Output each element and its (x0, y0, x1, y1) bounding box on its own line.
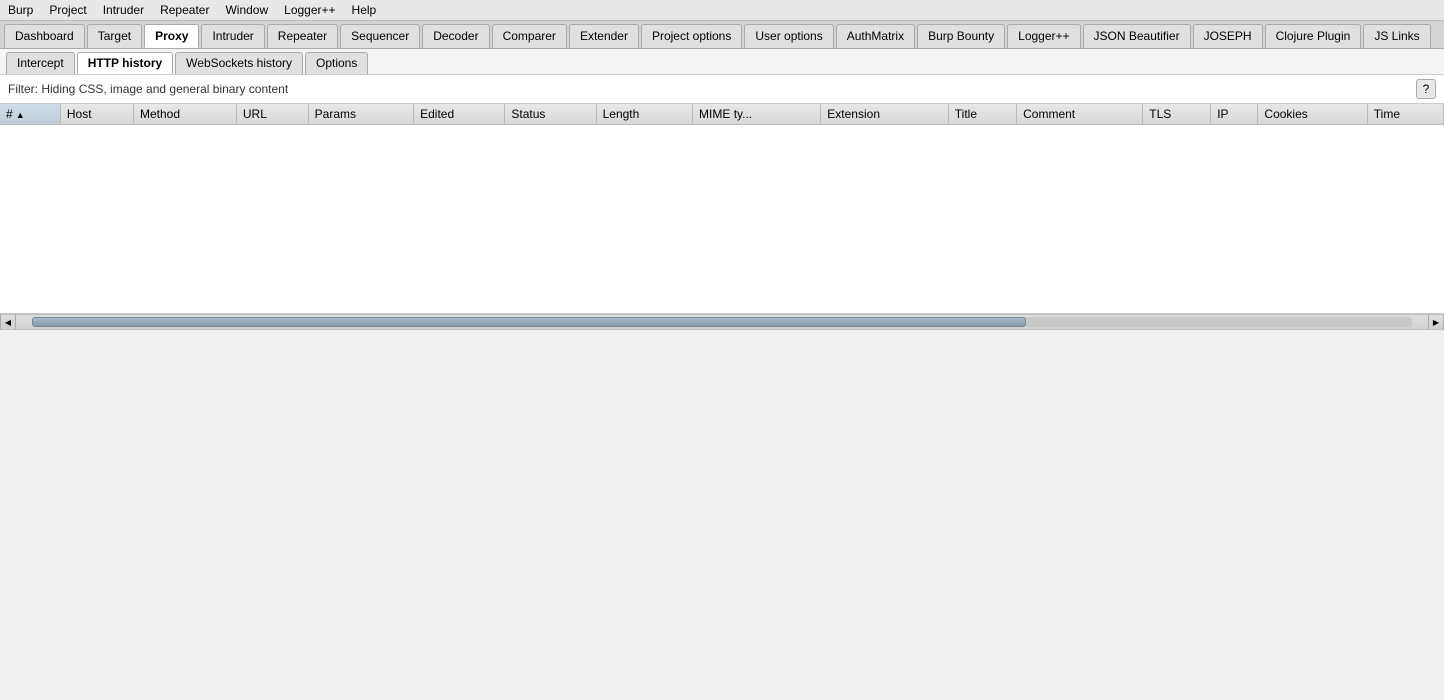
main-tab-user-options[interactable]: User options (744, 24, 833, 48)
horizontal-scrollbar[interactable]: ◀ ▶ (0, 314, 1444, 330)
main-tab-burp-bounty[interactable]: Burp Bounty (917, 24, 1005, 48)
main-tab-comparer[interactable]: Comparer (492, 24, 567, 48)
menu-repeater[interactable]: Repeater (158, 2, 211, 18)
main-tab-proxy[interactable]: Proxy (144, 24, 199, 48)
main-tab-project-options[interactable]: Project options (641, 24, 742, 48)
menu-window[interactable]: Window (223, 2, 270, 18)
main-tab-dashboard[interactable]: Dashboard (4, 24, 85, 48)
col-header-time[interactable]: Time (1367, 104, 1443, 125)
col-header-url[interactable]: URL (236, 104, 308, 125)
col-header-title[interactable]: Title (948, 104, 1016, 125)
menu-project[interactable]: Project (47, 2, 88, 18)
main-tab-json-beautifier[interactable]: JSON Beautifier (1083, 24, 1191, 48)
col-header-cookies[interactable]: Cookies (1258, 104, 1367, 125)
menu-burp[interactable]: Burp (6, 2, 35, 18)
main-tab-joseph[interactable]: JOSEPH (1193, 24, 1263, 48)
filter-text[interactable]: Filter: Hiding CSS, image and general bi… (8, 82, 288, 96)
col-header-mime-ty-[interactable]: MIME ty... (693, 104, 821, 125)
sub-tab-websockets-history[interactable]: WebSockets history (175, 52, 303, 74)
col-header--[interactable]: #▲ (0, 104, 60, 125)
http-history-table-container: #▲HostMethodURLParamsEditedStatusLengthM… (0, 104, 1444, 314)
menu-intruder[interactable]: Intruder (101, 2, 146, 18)
menu-bar: Burp Project Intruder Repeater Window Lo… (0, 0, 1444, 21)
bottom-area (0, 330, 1444, 660)
sub-tab-bar: InterceptHTTP historyWebSockets historyO… (0, 49, 1444, 75)
scroll-track[interactable] (32, 317, 1412, 327)
sub-tab-options[interactable]: Options (305, 52, 368, 74)
col-header-extension[interactable]: Extension (821, 104, 948, 125)
col-header-edited[interactable]: Edited (414, 104, 505, 125)
main-tab-target[interactable]: Target (87, 24, 142, 48)
col-header-ip[interactable]: IP (1211, 104, 1258, 125)
col-header-host[interactable]: Host (60, 104, 133, 125)
menu-help[interactable]: Help (350, 2, 379, 18)
sort-indicator: ▲ (16, 110, 25, 120)
scroll-right-arrow[interactable]: ▶ (1428, 314, 1444, 330)
main-tab-authmatrix[interactable]: AuthMatrix (836, 24, 915, 48)
main-tab-bar: DashboardTargetProxyIntruderRepeaterSequ… (0, 21, 1444, 49)
scroll-thumb[interactable] (32, 317, 1026, 327)
col-header-comment[interactable]: Comment (1017, 104, 1143, 125)
col-header-status[interactable]: Status (505, 104, 596, 125)
main-tab-clojure-plugin[interactable]: Clojure Plugin (1265, 24, 1362, 48)
main-tab-js-links[interactable]: JS Links (1363, 24, 1430, 48)
scroll-left-arrow[interactable]: ◀ (0, 314, 16, 330)
main-tab-extender[interactable]: Extender (569, 24, 639, 48)
table-header: #▲HostMethodURLParamsEditedStatusLengthM… (0, 104, 1444, 125)
menu-logger[interactable]: Logger++ (282, 2, 337, 18)
filter-bar: Filter: Hiding CSS, image and general bi… (0, 75, 1444, 104)
main-tab-sequencer[interactable]: Sequencer (340, 24, 420, 48)
main-tab-intruder[interactable]: Intruder (201, 24, 264, 48)
main-tab-repeater[interactable]: Repeater (267, 24, 338, 48)
http-history-table: #▲HostMethodURLParamsEditedStatusLengthM… (0, 104, 1444, 125)
sub-tab-http-history[interactable]: HTTP history (77, 52, 173, 74)
col-header-method[interactable]: Method (133, 104, 236, 125)
col-header-tls[interactable]: TLS (1143, 104, 1211, 125)
col-header-length[interactable]: Length (596, 104, 692, 125)
col-header-params[interactable]: Params (308, 104, 413, 125)
sub-tab-intercept[interactable]: Intercept (6, 52, 75, 74)
filter-help-button[interactable]: ? (1416, 79, 1436, 99)
main-tab-decoder[interactable]: Decoder (422, 24, 489, 48)
main-tab-logger++[interactable]: Logger++ (1007, 24, 1080, 48)
